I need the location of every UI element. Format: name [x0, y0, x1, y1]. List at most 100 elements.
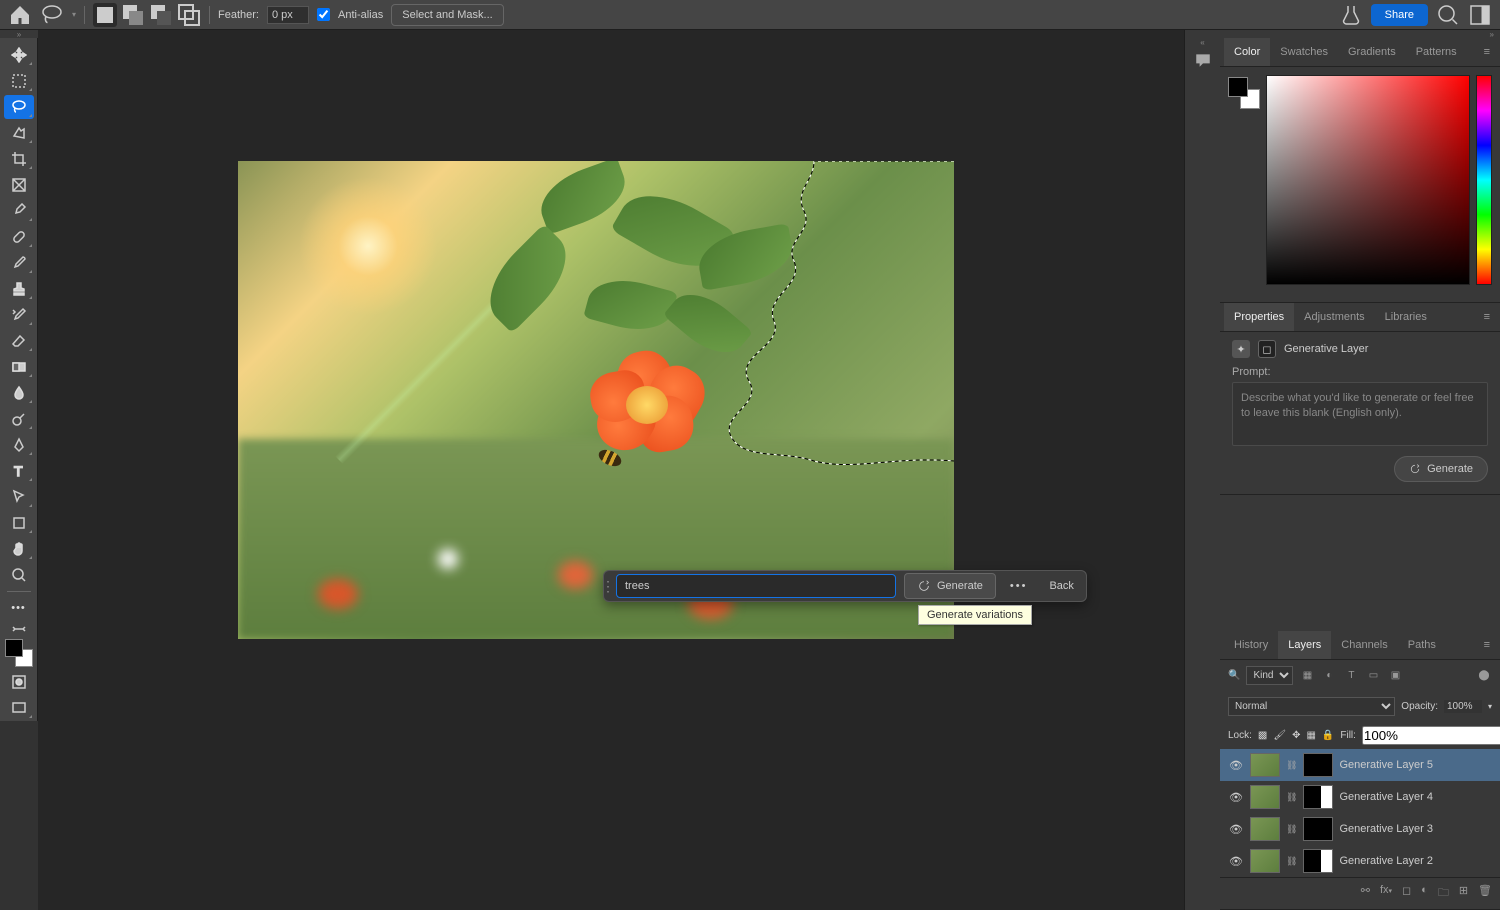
- color-swatch-pair[interactable]: [1228, 77, 1260, 109]
- tab-libraries[interactable]: Libraries: [1375, 303, 1437, 331]
- tab-color[interactable]: Color: [1224, 38, 1270, 66]
- filter-toggle-icon[interactable]: ⬤: [1476, 668, 1492, 684]
- tab-gradients[interactable]: Gradients: [1338, 38, 1406, 66]
- filter-smart-icon[interactable]: ▣: [1387, 668, 1403, 684]
- panel-menu-icon[interactable]: ≡: [1478, 303, 1496, 331]
- layer-thumbnail[interactable]: [1250, 785, 1280, 809]
- filter-adjust-icon[interactable]: ◐: [1321, 668, 1337, 684]
- mask-thumbnail[interactable]: [1303, 849, 1333, 873]
- zoom-tool[interactable]: [4, 563, 34, 587]
- tab-paths[interactable]: Paths: [1398, 631, 1446, 659]
- dodge-tool[interactable]: [4, 407, 34, 431]
- gradient-tool[interactable]: [4, 355, 34, 379]
- collapse-tools-icon[interactable]: »: [0, 30, 38, 38]
- add-selection-icon[interactable]: [121, 3, 145, 27]
- lock-nest-icon[interactable]: ▦: [1306, 730, 1315, 741]
- share-button[interactable]: Share: [1371, 4, 1428, 26]
- visibility-icon[interactable]: 👁: [1228, 855, 1244, 868]
- canvas-area[interactable]: ⋮ Generate ••• Back Generate variations: [38, 30, 1184, 910]
- hand-tool[interactable]: [4, 537, 34, 561]
- layer-thumbnail[interactable]: [1250, 849, 1280, 873]
- new-layer-icon[interactable]: ⊞: [1459, 884, 1468, 903]
- comments-icon[interactable]: [1189, 46, 1217, 74]
- collapse-panels-icon[interactable]: »: [1220, 30, 1500, 38]
- lasso-tool[interactable]: [4, 95, 34, 119]
- fx-icon[interactable]: fx▾: [1380, 884, 1392, 903]
- pen-tool[interactable]: [4, 433, 34, 457]
- group-icon[interactable]: 🗀: [1438, 884, 1449, 903]
- new-selection-icon[interactable]: [93, 3, 117, 27]
- tab-history[interactable]: History: [1224, 631, 1278, 659]
- hue-slider[interactable]: [1476, 75, 1492, 285]
- prompt-textarea[interactable]: Describe what you'd like to generate or …: [1232, 382, 1488, 446]
- filter-pixel-icon[interactable]: ▦: [1299, 668, 1315, 684]
- move-tool[interactable]: [4, 43, 34, 67]
- marquee-tool[interactable]: [4, 69, 34, 93]
- lock-paint-icon[interactable]: 🖌: [1273, 730, 1286, 741]
- edit-toolbar[interactable]: •••: [4, 596, 34, 620]
- type-tool[interactable]: T: [4, 459, 34, 483]
- subtract-selection-icon[interactable]: [149, 3, 173, 27]
- lock-all-icon[interactable]: 🔒: [1322, 730, 1334, 741]
- layer-filter-select[interactable]: Kind: [1246, 666, 1293, 685]
- link-layers-icon[interactable]: ⚯: [1361, 884, 1370, 903]
- mask-thumbnail[interactable]: [1303, 753, 1333, 777]
- tab-properties[interactable]: Properties: [1224, 303, 1294, 331]
- search-icon[interactable]: [1436, 3, 1460, 27]
- trash-icon[interactable]: 🗑: [1478, 884, 1492, 903]
- home-icon[interactable]: [8, 3, 32, 27]
- tab-channels[interactable]: Channels: [1331, 631, 1397, 659]
- back-button[interactable]: Back: [1037, 580, 1085, 592]
- blend-mode-select[interactable]: Normal: [1228, 697, 1395, 716]
- crop-tool[interactable]: [4, 147, 34, 171]
- properties-generate-button[interactable]: Generate: [1394, 456, 1488, 482]
- frame-tool[interactable]: [4, 173, 34, 197]
- eyedropper-tool[interactable]: [4, 199, 34, 223]
- layer-row[interactable]: 👁 ⛓ Generative Layer 4: [1220, 781, 1500, 813]
- layer-row[interactable]: 👁 ⛓ Generative Layer 5: [1220, 749, 1500, 781]
- lock-pos-icon[interactable]: ✥: [1292, 730, 1300, 741]
- tab-adjustments[interactable]: Adjustments: [1294, 303, 1375, 331]
- layer-row[interactable]: 👁 ⛓ Generative Layer 2: [1220, 845, 1500, 877]
- select-and-mask-button[interactable]: Select and Mask...: [391, 4, 504, 26]
- tab-layers[interactable]: Layers: [1278, 631, 1331, 659]
- brush-tool[interactable]: [4, 251, 34, 275]
- adjustment-icon[interactable]: ◐: [1421, 884, 1428, 903]
- mask-thumbnail[interactable]: [1303, 785, 1333, 809]
- lasso-tool-icon[interactable]: [40, 3, 64, 27]
- layer-thumbnail[interactable]: [1250, 753, 1280, 777]
- layer-name[interactable]: Generative Layer 4: [1339, 791, 1433, 803]
- layer-thumbnail[interactable]: [1250, 817, 1280, 841]
- blur-tool[interactable]: [4, 381, 34, 405]
- expand-dock-icon[interactable]: «: [1185, 38, 1221, 46]
- drag-handle-icon[interactable]: ⋮: [604, 578, 612, 595]
- generative-prompt-input[interactable]: [616, 574, 896, 598]
- document-canvas[interactable]: [238, 161, 954, 639]
- color-swatches[interactable]: [5, 639, 33, 667]
- healing-tool[interactable]: [4, 225, 34, 249]
- filter-type-icon[interactable]: T: [1343, 668, 1359, 684]
- quick-select-tool[interactable]: [4, 121, 34, 145]
- generate-button[interactable]: Generate: [904, 573, 996, 599]
- color-field[interactable]: [1266, 75, 1470, 285]
- layer-name[interactable]: Generative Layer 5: [1339, 759, 1433, 771]
- layer-row[interactable]: 👁 ⛓ Generative Layer 3: [1220, 813, 1500, 845]
- shape-tool[interactable]: [4, 511, 34, 535]
- quick-mask-tool[interactable]: [4, 670, 34, 694]
- beaker-icon[interactable]: [1339, 3, 1363, 27]
- workspace-icon[interactable]: [1468, 3, 1492, 27]
- tab-patterns[interactable]: Patterns: [1406, 38, 1467, 66]
- panel-menu-icon[interactable]: ≡: [1478, 38, 1496, 66]
- fill-input[interactable]: [1362, 726, 1500, 745]
- tab-swatches[interactable]: Swatches: [1270, 38, 1338, 66]
- antialias-checkbox[interactable]: [317, 8, 330, 21]
- stamp-tool[interactable]: [4, 277, 34, 301]
- eraser-tool[interactable]: [4, 329, 34, 353]
- intersect-selection-icon[interactable]: [177, 3, 201, 27]
- panel-menu-icon[interactable]: ≡: [1478, 631, 1496, 659]
- layer-name[interactable]: Generative Layer 2: [1339, 855, 1433, 867]
- filter-shape-icon[interactable]: ▭: [1365, 668, 1381, 684]
- screen-mode-tool[interactable]: [4, 696, 34, 720]
- swap-colors-icon[interactable]: [4, 622, 34, 636]
- history-brush-tool[interactable]: [4, 303, 34, 327]
